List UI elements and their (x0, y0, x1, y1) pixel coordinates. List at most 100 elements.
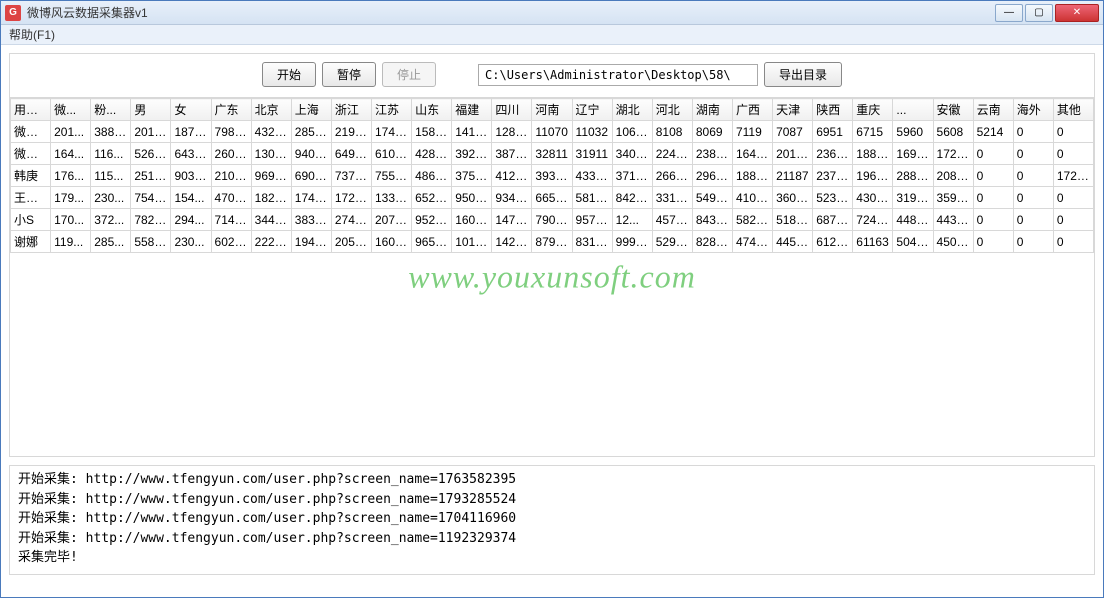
table-cell: 0 (1053, 143, 1093, 165)
content-area: 开始 暂停 停止 导出目录 用户名微...粉...男女广东北京上海浙江江苏山东福… (1, 45, 1103, 597)
table-cell: 28575 (291, 121, 331, 143)
column-header[interactable]: 云南 (973, 99, 1013, 121)
column-header[interactable]: 四川 (492, 99, 532, 121)
close-button[interactable]: ✕ (1055, 4, 1099, 22)
table-cell: 7087 (773, 121, 813, 143)
table-cell: 23818 (692, 143, 732, 165)
table-cell: 602853 (211, 231, 251, 253)
table-row[interactable]: 王力宏179...230...754955154...4701781827051… (11, 187, 1094, 209)
table-cell: 16444 (732, 143, 772, 165)
table-cell: 147828 (492, 209, 532, 231)
table-cell: 84381 (692, 209, 732, 231)
table-cell: 12... (612, 209, 652, 231)
column-header[interactable]: 河北 (652, 99, 692, 121)
table-cell: 0 (1053, 209, 1093, 231)
table-cell: 94026 (291, 143, 331, 165)
table-cell: 22455 (652, 143, 692, 165)
table-cell: 微博... (11, 121, 51, 143)
table-cell: 75550 (371, 165, 411, 187)
table-cell: 130388 (251, 143, 291, 165)
column-header[interactable]: 微... (51, 99, 91, 121)
table-cell: 61274 (813, 231, 853, 253)
column-header[interactable]: 用户名 (11, 99, 51, 121)
column-header[interactable]: 陕西 (813, 99, 853, 121)
column-header[interactable]: 浙江 (331, 99, 371, 121)
table-row[interactable]: 微博...201...38893020193318721479890432912… (11, 121, 1094, 143)
export-button[interactable]: 导出目录 (764, 62, 842, 87)
column-header[interactable]: 男 (131, 99, 171, 121)
column-header[interactable]: 海外 (1013, 99, 1053, 121)
table-row[interactable]: 微博...164...116...52686964356726099513038… (11, 143, 1094, 165)
column-header[interactable]: 湖北 (612, 99, 652, 121)
start-button[interactable]: 开始 (262, 62, 316, 87)
table-cell: 782524 (131, 209, 171, 231)
column-header[interactable]: 天津 (773, 99, 813, 121)
table-cell: 16986 (893, 143, 933, 165)
table-cell: 205826 (331, 231, 371, 253)
log-line: 开始采集: http://www.tfengyun.com/user.php?s… (18, 509, 1086, 529)
table-cell: 79890 (211, 121, 251, 143)
data-table: 用户名微...粉...男女广东北京上海浙江江苏山东福建四川河南辽宁湖北河北湖南广… (10, 98, 1094, 253)
menu-help[interactable]: 帮助(F1) (9, 26, 55, 43)
table-cell: 558652 (131, 231, 171, 253)
table-cell: 160772 (371, 231, 411, 253)
table-cell: 87921 (532, 231, 572, 253)
column-header[interactable]: 重庆 (853, 99, 893, 121)
table-cell: 0 (973, 209, 1013, 231)
table-cell: 83124 (572, 231, 612, 253)
path-input[interactable] (478, 64, 758, 86)
column-header[interactable]: 粉... (91, 99, 131, 121)
column-header[interactable]: 江苏 (371, 99, 411, 121)
column-header[interactable]: 广西 (732, 99, 772, 121)
table-cell: 8108 (652, 121, 692, 143)
table-cell: 17299 (1053, 165, 1093, 187)
table-cell: 84209 (612, 187, 652, 209)
table-cell: 5960 (893, 121, 933, 143)
table-row[interactable]: 小S170...372...782524294...71470734402638… (11, 209, 1094, 231)
column-header[interactable]: 辽宁 (572, 99, 612, 121)
column-header[interactable]: 上海 (291, 99, 331, 121)
column-header[interactable]: 福建 (452, 99, 492, 121)
table-cell: 33149 (652, 187, 692, 209)
table-cell: 29680 (692, 165, 732, 187)
table-cell: 8069 (692, 121, 732, 143)
pause-button[interactable]: 暂停 (322, 62, 376, 87)
column-header[interactable]: 女 (171, 99, 211, 121)
table-cell: 17276 (933, 143, 973, 165)
table-row[interactable]: 韩庚176...115...25109190385221027096962690… (11, 165, 1094, 187)
table-cell: 6715 (853, 121, 893, 143)
table-cell: 11032 (572, 121, 612, 143)
table-cell: 韩庚 (11, 165, 51, 187)
log-panel[interactable]: 开始采集: http://www.tfengyun.com/user.php?s… (9, 465, 1095, 575)
minimize-button[interactable]: — (995, 4, 1023, 22)
table-row[interactable]: 谢娜119...285...558652230...60285322265119… (11, 231, 1094, 253)
column-header[interactable]: ... (893, 99, 933, 121)
table-cell: 37599 (452, 165, 492, 187)
table-cell: 17414 (371, 121, 411, 143)
table-cell: 470178 (211, 187, 251, 209)
table-cell: 372... (91, 209, 131, 231)
table-header-row: 用户名微...粉...男女广东北京上海浙江江苏山东福建四川河南辽宁湖北河北湖南广… (11, 99, 1094, 121)
column-header[interactable]: 湖南 (692, 99, 732, 121)
table-cell: 96578 (412, 231, 452, 253)
table-cell: 142197 (492, 231, 532, 253)
column-header[interactable]: 其他 (1053, 99, 1093, 121)
column-header[interactable]: 安徽 (933, 99, 973, 121)
table-cell: 72467 (853, 209, 893, 231)
column-header[interactable]: 广东 (211, 99, 251, 121)
table-cell: 0 (1053, 231, 1093, 253)
table-cell: 28855 (893, 165, 933, 187)
table-cell: 68781 (813, 209, 853, 231)
table-cell: 383495 (291, 209, 331, 231)
column-header[interactable]: 河南 (532, 99, 572, 121)
table-cell: 34085 (612, 143, 652, 165)
column-header[interactable]: 山东 (412, 99, 452, 121)
table-cell: 73768 (331, 165, 371, 187)
table-cell: 101082 (452, 231, 492, 253)
table-cell: 15868 (412, 121, 452, 143)
app-icon: G (5, 5, 21, 21)
table-cell: 52992 (652, 231, 692, 253)
column-header[interactable]: 北京 (251, 99, 291, 121)
maximize-button[interactable]: ▢ (1025, 4, 1053, 22)
table-cell: 201933 (131, 121, 171, 143)
